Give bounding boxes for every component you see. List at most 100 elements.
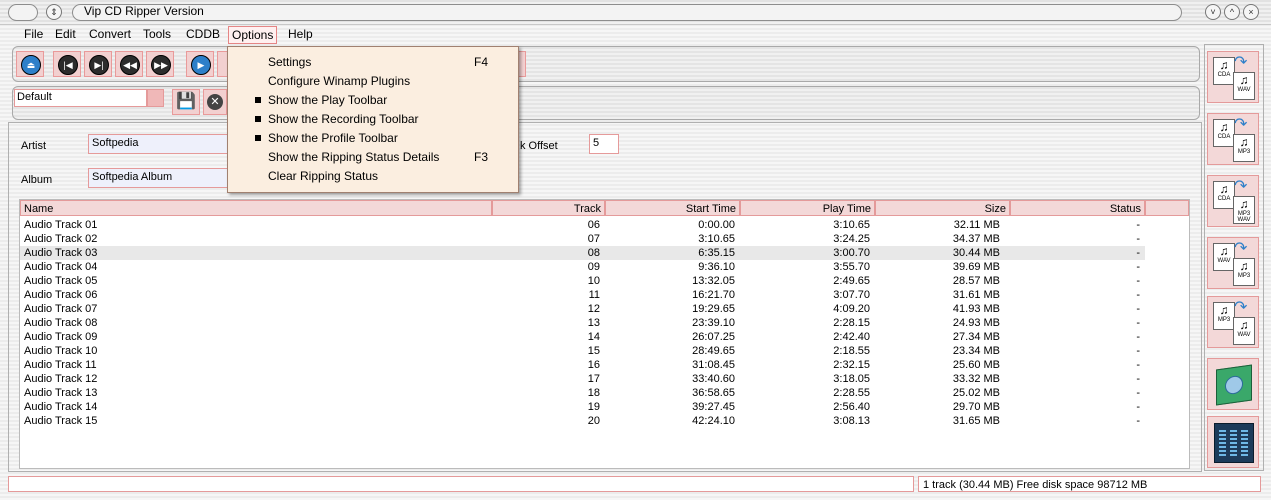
- last-track-button[interactable]: ▶|: [84, 51, 112, 77]
- table-row[interactable]: Audio Track 10 15 28:49.65 2:18.55 23.34 MB -: [20, 344, 1145, 358]
- cell-track: 20: [587, 415, 600, 427]
- source-format-label: CDA: [1217, 72, 1231, 78]
- source-file-icon: ♫ CDA: [1213, 181, 1235, 209]
- system-menu-button[interactable]: [8, 4, 38, 21]
- table-row[interactable]: Audio Track 07 12 19:29.65 4:09.20 41.93 MB -: [20, 302, 1145, 316]
- cell-play: 3:10.65: [833, 219, 870, 231]
- album-field[interactable]: Softpedia Album: [88, 168, 230, 188]
- table-row[interactable]: Audio Track 05 10 13:32.05 2:49.65 28.57 MB -: [20, 274, 1145, 288]
- status-left: [8, 476, 914, 492]
- convert-button-0[interactable]: ♫ CDA ♫ WAV ↷: [1207, 51, 1259, 103]
- options-menu-item-0[interactable]: Settings F4: [228, 53, 518, 71]
- cell-size: 23.34 MB: [952, 345, 1000, 357]
- table-row[interactable]: Audio Track 01 06 0:00.00 3:10.65 32.11 MB -: [20, 218, 1145, 232]
- cell-size: 32.11 MB: [953, 219, 1000, 231]
- header-size[interactable]: Size: [875, 200, 1010, 216]
- target-file-icon: ♫ MP3: [1233, 258, 1255, 286]
- eject-button[interactable]: ⏏: [16, 51, 44, 77]
- fast-forward-button[interactable]: ▶▶: [146, 51, 174, 77]
- profile-input[interactable]: Default: [14, 89, 147, 107]
- cell-start: 26:07.25: [692, 331, 735, 343]
- equalizer-icon: [1214, 423, 1254, 463]
- cell-size: 30.44 MB: [952, 247, 1000, 259]
- header-play-time[interactable]: Play Time: [740, 200, 875, 216]
- table-row[interactable]: Audio Track 12 17 33:40.60 3:18.05 33.32 MB -: [20, 372, 1145, 386]
- menu-options[interactable]: Options: [228, 26, 278, 44]
- cell-play: 3:00.70: [833, 247, 870, 259]
- profile-dropdown-button[interactable]: [147, 89, 164, 107]
- close-icon[interactable]: ×: [1243, 4, 1259, 20]
- equalizer-button[interactable]: [1207, 416, 1259, 468]
- table-row[interactable]: Audio Track 13 18 36:58.65 2:28.55 25.02 MB -: [20, 386, 1145, 400]
- table-row[interactable]: Audio Track 04 09 9:36.10 3:55.70 39.69 MB -: [20, 260, 1145, 274]
- menu-help[interactable]: Help: [285, 26, 316, 42]
- menu-file[interactable]: File: [21, 26, 46, 42]
- cell-size: 33.32 MB: [952, 373, 1000, 385]
- cell-play: 2:28.55: [833, 387, 870, 399]
- options-menu-item-2[interactable]: Show the Play Toolbar: [228, 91, 518, 109]
- artist-field[interactable]: Softpedia: [88, 134, 230, 154]
- target-file-icon: ♫ MP3: [1233, 134, 1255, 162]
- convert-button-3[interactable]: ♫ WAV ♫ MP3 ↷: [1207, 237, 1259, 289]
- cell-start: 39:27.45: [692, 401, 735, 413]
- cell-track: 14: [587, 331, 600, 343]
- options-menu-item-5[interactable]: Show the Ripping Status Details F3: [228, 148, 518, 166]
- convert-button-4[interactable]: ♫ MP3 ♫ WAV ↷: [1207, 296, 1259, 348]
- header-name[interactable]: Name: [20, 200, 492, 216]
- play-button[interactable]: ▶: [186, 51, 214, 77]
- offset-field[interactable]: 5: [589, 134, 619, 154]
- table-row[interactable]: Audio Track 09 14 26:07.25 2:42.40 27.34 MB -: [20, 330, 1145, 344]
- cd-burn-button[interactable]: [1207, 358, 1259, 410]
- header-start-time[interactable]: Start Time: [605, 200, 740, 216]
- convert-arrow-icon: ↷: [1234, 54, 1248, 71]
- convert-button-2[interactable]: ♫ CDA ♫ MP3 WAV ↷: [1207, 175, 1259, 227]
- header-track[interactable]: Track: [492, 200, 605, 216]
- options-menu-item-3[interactable]: Show the Recording Toolbar: [228, 110, 518, 128]
- cell-play: 4:09.20: [833, 303, 870, 315]
- first-track-icon: |◀: [58, 55, 78, 75]
- delete-profile-button[interactable]: ✕: [203, 89, 227, 115]
- minimize-icon[interactable]: ˅: [1205, 4, 1221, 20]
- save-profile-button[interactable]: 💾: [172, 89, 200, 115]
- cell-status: -: [1136, 233, 1140, 245]
- menu-cddb[interactable]: CDDB: [183, 26, 223, 42]
- cell-status: -: [1136, 401, 1140, 413]
- table-row[interactable]: Audio Track 03 08 6:35.15 3:00.70 30.44 MB -: [20, 246, 1145, 260]
- cell-name: Audio Track 02: [24, 233, 98, 245]
- cell-start: 36:58.65: [692, 387, 735, 399]
- check-icon: [255, 97, 261, 103]
- table-row[interactable]: Audio Track 11 16 31:08.45 2:32.15 25.60 MB -: [20, 358, 1145, 372]
- menu-edit[interactable]: Edit: [52, 26, 79, 42]
- options-menu-item-1[interactable]: Configure Winamp Plugins: [228, 72, 518, 90]
- check-icon: [255, 135, 261, 141]
- cell-name: Audio Track 06: [24, 289, 98, 301]
- first-track-button[interactable]: |◀: [53, 51, 81, 77]
- cell-play: 3:55.70: [833, 261, 870, 273]
- cell-start: 6:35.15: [698, 247, 735, 259]
- cell-start: 33:40.60: [692, 373, 735, 385]
- cell-status: -: [1136, 387, 1140, 399]
- table-row[interactable]: Audio Track 08 13 23:39.10 2:28.15 24.93 MB -: [20, 316, 1145, 330]
- cell-name: Audio Track 14: [24, 401, 98, 413]
- status-right: 1 track (30.44 MB) Free disk space 98712…: [918, 476, 1261, 492]
- rewind-button[interactable]: ◀◀: [115, 51, 143, 77]
- menu-item-label: Show the Ripping Status Details: [268, 150, 440, 164]
- cell-status: -: [1136, 373, 1140, 385]
- cell-status: -: [1136, 317, 1140, 329]
- cell-start: 13:32.05: [692, 275, 735, 287]
- options-menu-item-6[interactable]: Clear Ripping Status: [228, 167, 518, 185]
- table-row[interactable]: Audio Track 15 20 42:24.10 3:08.13 31.65 MB -: [20, 414, 1145, 428]
- table-row[interactable]: Audio Track 06 11 16:21.70 3:07.70 31.61 MB -: [20, 288, 1145, 302]
- table-row[interactable]: Audio Track 14 19 39:27.45 2:56.40 29.70 MB -: [20, 400, 1145, 414]
- options-menu-item-4[interactable]: Show the Profile Toolbar: [228, 129, 518, 147]
- menu-convert[interactable]: Convert: [86, 26, 134, 42]
- cell-start: 0:00.00: [698, 219, 735, 231]
- menu-tools[interactable]: Tools: [140, 26, 174, 42]
- cell-name: Audio Track 15: [24, 415, 98, 427]
- table-row[interactable]: Audio Track 02 07 3:10.65 3:24.25 34.37 MB -: [20, 232, 1145, 246]
- cell-start: 42:24.10: [692, 415, 735, 427]
- maximize-icon[interactable]: ^: [1224, 4, 1240, 20]
- convert-button-1[interactable]: ♫ CDA ♫ MP3 ↷: [1207, 113, 1259, 165]
- restore-icon[interactable]: ⇕: [46, 4, 62, 20]
- header-status[interactable]: Status: [1010, 200, 1145, 216]
